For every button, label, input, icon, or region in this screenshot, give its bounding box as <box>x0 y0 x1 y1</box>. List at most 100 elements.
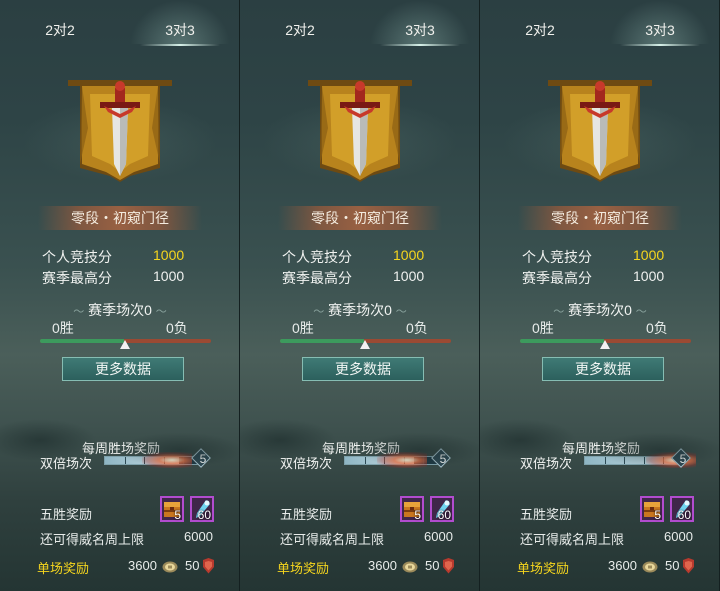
progress-segment <box>365 457 366 464</box>
wins-count: 0胜 <box>52 320 74 336</box>
weekly-cap-value: 6000 <box>184 529 213 544</box>
season-high-value: 1000 <box>393 268 425 284</box>
single-reward-label: 单场奖励 <box>517 561 570 576</box>
reward-item-chest[interactable]: 5 <box>160 496 184 522</box>
item-count: 5 <box>414 508 421 522</box>
mode-tabs: 2对2 3对3 <box>480 0 719 46</box>
progress-segment <box>605 457 606 464</box>
season-matches-label: 赛季场次0 <box>88 302 152 318</box>
flourish-right-icon: 〜 <box>395 306 407 318</box>
double-matches-label: 双倍场次 <box>40 456 93 471</box>
reward-item-pendant[interactable]: 60 <box>190 496 214 522</box>
personal-score-label: 个人竞技分 <box>42 249 112 265</box>
more-data-button[interactable]: 更多数据 <box>542 357 664 381</box>
flourish-left-icon: 〜 <box>73 306 85 318</box>
double-matches-count: 5 <box>439 452 447 466</box>
weekly-cap-label: 还可得威名周上限 <box>40 532 145 547</box>
five-win-reward-label: 五胜奖励 <box>520 507 573 522</box>
losses-count: 0负 <box>166 320 188 336</box>
double-matches-count: 5 <box>679 452 687 466</box>
ratio-marker-icon <box>360 340 370 349</box>
double-matches-count: 5 <box>199 452 207 466</box>
win-portion <box>40 339 124 343</box>
wins-count: 0胜 <box>292 320 314 336</box>
tab-2v2[interactable]: 2对2 <box>0 0 120 46</box>
sword-banner-icon <box>300 68 420 188</box>
win-portion <box>520 339 604 343</box>
flourish-left-icon: 〜 <box>553 306 565 318</box>
tab-3v3[interactable]: 3对3 <box>120 0 239 46</box>
progress-glow <box>142 452 192 468</box>
flourish-right-icon: 〜 <box>155 306 167 318</box>
arena-panel: 2对2 3对3 零段・初窥门径 个人竞技分 1000 赛季最高分 1000 〜 … <box>240 0 480 591</box>
tab-3v3[interactable]: 3对3 <box>360 0 479 46</box>
mode-tabs: 2对2 3对3 <box>240 0 479 46</box>
more-data-button[interactable]: 更多数据 <box>62 357 184 381</box>
weekly-cap-value: 6000 <box>664 529 693 544</box>
season-matches-title: 〜 赛季场次0 〜 <box>240 300 479 320</box>
weekly-cap-label: 还可得威名周上限 <box>280 532 385 547</box>
item-count: 5 <box>654 508 661 522</box>
shield-icon <box>202 558 215 574</box>
rank-name: 零段・初窥门径 <box>71 210 169 226</box>
losses-count: 0负 <box>406 320 428 336</box>
coin-icon <box>402 560 418 573</box>
progress-segment <box>624 457 625 464</box>
progress-glow <box>377 452 427 468</box>
sword-banner-icon <box>540 68 660 188</box>
tab-3v3[interactable]: 3对3 <box>600 0 719 46</box>
tab-2v2[interactable]: 2对2 <box>480 0 600 46</box>
reward-item-chest[interactable]: 5 <box>400 496 424 522</box>
single-reward-coin: 3600 <box>608 558 637 573</box>
season-matches-label: 赛季场次0 <box>568 302 632 318</box>
season-high-value: 1000 <box>633 268 665 284</box>
more-data-button[interactable]: 更多数据 <box>302 357 424 381</box>
single-reward-honor: 50 <box>425 558 440 573</box>
personal-score-label: 个人竞技分 <box>522 249 592 265</box>
mode-tabs: 2对2 3对3 <box>0 0 239 46</box>
season-matches-title: 〜 赛季场次0 〜 <box>0 300 239 320</box>
single-reward-honor: 50 <box>185 558 200 573</box>
rank-name: 零段・初窥门径 <box>311 210 409 226</box>
ratio-marker-icon <box>120 340 130 349</box>
arena-panel: 2对2 3对3 零段・初窥门径 个人竞技分 1000 赛季最高分 1000 〜 … <box>480 0 720 591</box>
flourish-left-icon: 〜 <box>313 306 325 318</box>
shield-icon <box>682 558 695 574</box>
weekly-cap-value: 6000 <box>424 529 453 544</box>
double-matches-label: 双倍场次 <box>520 456 573 471</box>
flourish-right-icon: 〜 <box>635 306 647 318</box>
ratio-marker-icon <box>600 340 610 349</box>
season-high-value: 1000 <box>153 268 185 284</box>
single-reward-label: 单场奖励 <box>277 561 330 576</box>
item-count: 60 <box>437 508 451 522</box>
reward-item-pendant[interactable]: 60 <box>430 496 454 522</box>
season-high-label: 赛季最高分 <box>522 270 592 286</box>
personal-score-value: 1000 <box>633 247 665 263</box>
coin-icon <box>642 560 658 573</box>
double-matches-label: 双倍场次 <box>280 456 333 471</box>
season-high-label: 赛季最高分 <box>282 270 352 286</box>
weekly-cap-label: 还可得威名周上限 <box>520 532 625 547</box>
single-reward-label: 单场奖励 <box>37 561 90 576</box>
arena-panel: 2对2 3对3 零段・初窥门径 个人竞技分 1000 赛季最高分 1000 〜 … <box>0 0 240 591</box>
sword-banner-icon <box>60 68 180 188</box>
progress-segment <box>125 457 126 464</box>
season-high-label: 赛季最高分 <box>42 270 112 286</box>
season-matches-title: 〜 赛季场次0 〜 <box>480 300 719 320</box>
progress-segment <box>644 457 645 464</box>
wins-count: 0胜 <box>532 320 554 336</box>
coin-icon <box>162 560 178 573</box>
item-count: 60 <box>677 508 691 522</box>
personal-score-value: 1000 <box>393 247 425 263</box>
losses-count: 0负 <box>646 320 668 336</box>
five-win-reward-label: 五胜奖励 <box>40 507 93 522</box>
five-win-reward-label: 五胜奖励 <box>280 507 333 522</box>
reward-item-chest[interactable]: 5 <box>640 496 664 522</box>
personal-score-value: 1000 <box>153 247 185 263</box>
tab-2v2[interactable]: 2对2 <box>240 0 360 46</box>
single-reward-coin: 3600 <box>368 558 397 573</box>
item-count: 60 <box>197 508 211 522</box>
item-count: 5 <box>174 508 181 522</box>
win-portion <box>280 339 364 343</box>
reward-item-pendant[interactable]: 60 <box>670 496 694 522</box>
